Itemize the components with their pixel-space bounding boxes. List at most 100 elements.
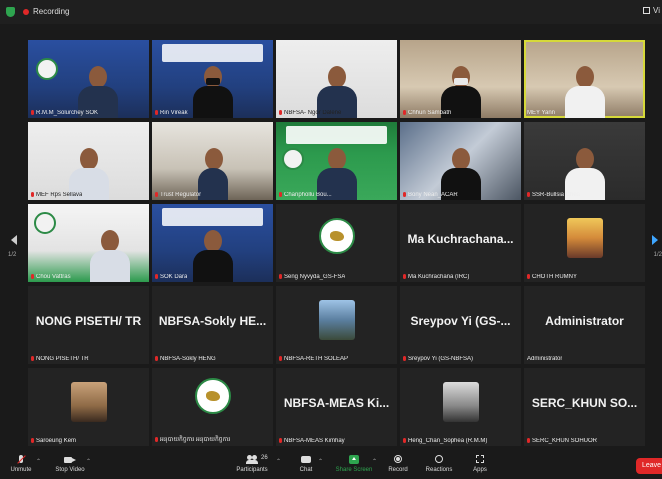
- chat-options-chevron-icon[interactable]: ⌃: [318, 458, 323, 465]
- shield-icon[interactable]: [6, 7, 15, 17]
- participant-name: MEY Yann: [527, 110, 556, 116]
- audio-options-chevron-icon[interactable]: ⌃: [36, 458, 41, 465]
- participant-tile[interactable]: SSR-Bullsia Chea: [524, 122, 645, 200]
- participant-tile[interactable]: SERC_KHUN SO... SERC_KHUN SOHUOR: [524, 368, 645, 446]
- participant-video: [90, 230, 131, 282]
- previous-page-icon[interactable]: [9, 234, 19, 246]
- participant-tile[interactable]: Seng Nyvyda_GS-FSA: [276, 204, 397, 282]
- muted-mic-icon: [31, 438, 34, 443]
- participant-tile[interactable]: Saroeung Kem: [28, 368, 149, 446]
- participant-tile[interactable]: Sreypov Yi (GS-... Sreypov Yi (GS-NBFSA): [400, 286, 521, 364]
- muted-microphone-icon: [15, 455, 27, 465]
- participant-name: Ma Kuchrachana (IRC): [403, 274, 469, 280]
- muted-mic-icon: [279, 110, 282, 115]
- participant-name: NBFSA-Sokly HENG: [155, 356, 216, 362]
- video-options-chevron-icon[interactable]: ⌃: [86, 458, 91, 465]
- page-indicator-left: 1/2: [8, 252, 17, 258]
- participant-name: Chanphollu Bou...: [279, 192, 332, 198]
- chat-icon: [300, 455, 312, 465]
- reactions-button[interactable]: Reactions: [422, 455, 456, 473]
- participant-tile[interactable]: NBFSA-RETH SOLEAP: [276, 286, 397, 364]
- participant-tile[interactable]: CHOTH RUMNY: [524, 204, 645, 282]
- participant-display-name: NBFSA-Sokly HE...: [158, 314, 267, 328]
- participant-tile[interactable]: អនុបាយកិច្ចការ អនុបាយកិច្ចការ: [152, 368, 273, 446]
- participant-tile[interactable]: MEF Rps Sellava: [28, 122, 149, 200]
- participant-tile-active-speaker[interactable]: MEY Yann: [524, 40, 645, 118]
- participant-name: Chhun Sambath: [403, 110, 451, 116]
- participant-name: Saroeung Kem: [31, 438, 76, 444]
- participant-tile[interactable]: Heng_Chan_Sophea (R.M.M): [400, 368, 521, 446]
- record-button[interactable]: Record: [385, 455, 411, 473]
- record-label: Record: [388, 467, 408, 473]
- recording-label: Recording: [33, 7, 70, 16]
- banner-image: [162, 208, 263, 226]
- participant-tile[interactable]: NBFSA-Sokly HE... NBFSA-Sokly HENG: [152, 286, 273, 364]
- participant-name: SOK Dara: [155, 274, 187, 280]
- participant-name: CHOTH RUMNY: [527, 274, 577, 280]
- muted-mic-icon: [155, 110, 158, 115]
- participant-video: [197, 148, 228, 200]
- muted-mic-icon: [279, 356, 282, 361]
- muted-mic-icon: [155, 356, 158, 361]
- participant-video: [564, 66, 605, 118]
- participant-video: [192, 66, 233, 118]
- participant-tile[interactable]: NONG PISETH/ TR NONG PISETH/ TR: [28, 286, 149, 364]
- participant-tile[interactable]: Chanphollu Bou...: [276, 122, 397, 200]
- muted-mic-icon: [155, 192, 158, 197]
- participant-tile[interactable]: NBFSA-MEAS Ki... NBFSA-MEAS Kimhay: [276, 368, 397, 446]
- recording-icon: [23, 9, 29, 15]
- next-page-icon[interactable]: [650, 234, 660, 246]
- participant-display-name: Ma Kuchrachana...: [407, 232, 514, 246]
- participants-options-chevron-icon[interactable]: ⌃: [276, 458, 281, 465]
- muted-mic-icon: [403, 438, 406, 443]
- participants-label: Participants: [236, 467, 268, 473]
- muted-mic-icon: [527, 438, 530, 443]
- share-options-chevron-icon[interactable]: ⌃: [372, 458, 377, 465]
- chat-button[interactable]: Chat: [296, 455, 316, 473]
- participant-display-name: Administrator: [545, 314, 624, 328]
- participant-tile[interactable]: NBFSA- Ngor Dalene: [276, 40, 397, 118]
- grid-view-icon: [643, 7, 651, 15]
- participant-tile[interactable]: Bony Nean_ACAR: [400, 122, 521, 200]
- participant-tile[interactable]: Chhun Sambath: [400, 40, 521, 118]
- reactions-label: Reactions: [425, 467, 453, 473]
- leave-button[interactable]: Leave: [636, 458, 662, 474]
- profile-photo: [566, 218, 603, 258]
- muted-mic-icon: [403, 192, 406, 197]
- muted-mic-icon: [31, 274, 34, 279]
- muted-mic-icon: [155, 274, 158, 279]
- participants-icon: [246, 455, 258, 465]
- organization-logo-icon: [282, 148, 304, 170]
- muted-mic-icon: [403, 274, 406, 279]
- share-screen-label: Share Screen: [335, 467, 373, 473]
- share-screen-button[interactable]: Share Screen: [334, 455, 374, 473]
- participant-tile[interactable]: Ma Kuchrachana... Ma Kuchrachana (IRC): [400, 204, 521, 282]
- participant-display-name: Sreypov Yi (GS-...: [410, 314, 511, 328]
- organization-logo-icon: [36, 58, 58, 80]
- participant-name: MEF Rps Sellava: [31, 192, 82, 198]
- stop-video-label: Stop Video: [55, 467, 85, 473]
- participant-tile[interactable]: Rin Vireak: [152, 40, 273, 118]
- participant-name: Administrator: [527, 356, 563, 362]
- participant-video: [192, 230, 233, 282]
- participant-tile[interactable]: Chou Vattras: [28, 204, 149, 282]
- participant-display-name: NONG PISETH/ TR: [35, 314, 142, 328]
- profile-photo: [70, 382, 107, 422]
- apps-button[interactable]: Apps: [468, 455, 492, 473]
- profile-photo: [318, 300, 355, 340]
- muted-mic-icon: [279, 438, 282, 443]
- participant-tile[interactable]: R.M.M_Solurchey SOK: [28, 40, 149, 118]
- muted-mic-icon: [31, 192, 34, 197]
- stop-video-button[interactable]: Stop Video: [50, 455, 90, 473]
- participant-name: NBFSA- Ngor Dalene: [279, 110, 341, 116]
- participant-count: 26: [261, 455, 268, 461]
- participant-name: Sreypov Yi (GS-NBFSA): [403, 356, 473, 362]
- participant-name: NONG PISETH/ TR: [31, 356, 89, 362]
- participant-tile[interactable]: SOK Dara: [152, 204, 273, 282]
- participant-tile[interactable]: Trust Regulator: [152, 122, 273, 200]
- participant-name: Bony Nean_ACAR: [403, 192, 458, 198]
- view-button[interactable]: Vi: [643, 6, 660, 15]
- participant-tile[interactable]: Administrator Administrator: [524, 286, 645, 364]
- unmute-button[interactable]: Unmute: [4, 455, 38, 473]
- organization-logo-icon: [34, 212, 56, 234]
